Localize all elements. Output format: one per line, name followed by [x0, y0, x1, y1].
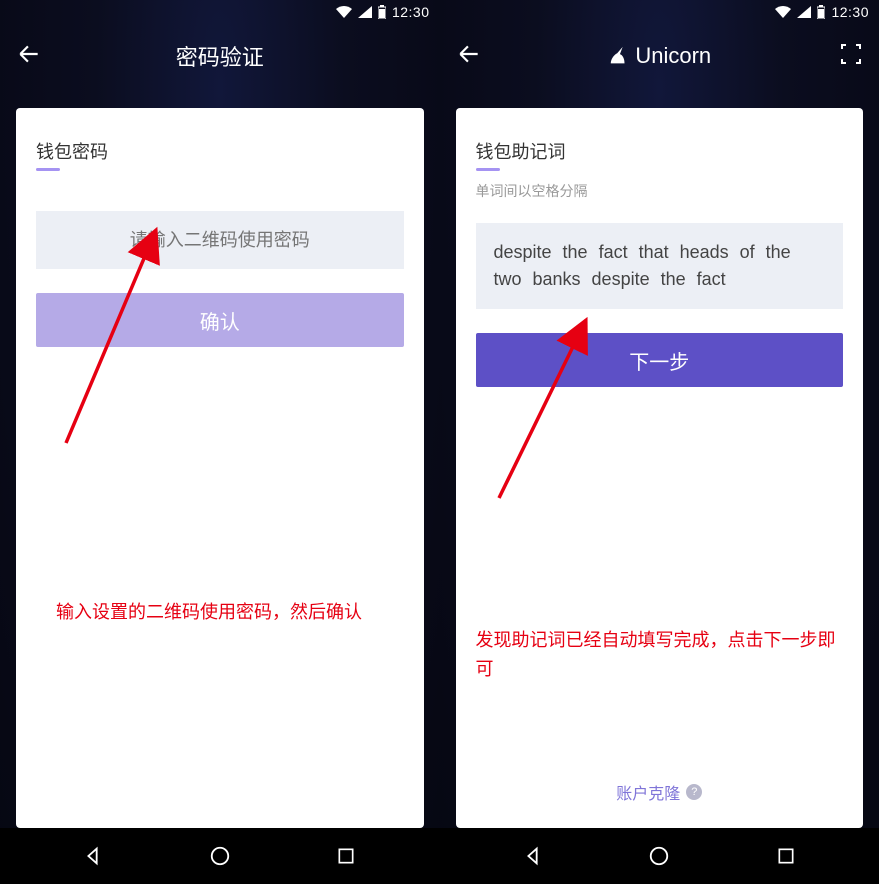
header: 密码验证: [0, 24, 440, 88]
annotation-text: 发现助记词已经自动填写完成，点击下一步即可: [476, 626, 844, 684]
nav-home-icon[interactable]: [629, 845, 689, 867]
nav-recent-icon[interactable]: [316, 846, 376, 866]
confirm-button[interactable]: 确认: [36, 293, 404, 347]
signal-icon: [358, 6, 372, 18]
mnemonic-input[interactable]: [476, 223, 844, 309]
help-icon: ?: [686, 784, 702, 800]
unicorn-logo-icon: [607, 45, 629, 67]
annotation-text: 输入设置的二维码使用密码，然后确认: [36, 598, 404, 627]
wifi-icon: [336, 6, 352, 18]
next-button[interactable]: 下一步: [476, 333, 844, 387]
section-title: 钱包密码: [36, 138, 404, 164]
nav-bar: [440, 828, 879, 884]
section-title: 钱包助记词: [476, 138, 844, 164]
hint-text: 单词间以空格分隔: [476, 181, 844, 201]
battery-icon: [378, 5, 386, 19]
nav-bar: [0, 828, 440, 884]
clone-account-link[interactable]: 账户克隆 ?: [456, 780, 864, 804]
header: Unicorn: [440, 24, 879, 88]
status-time: 12:30: [392, 4, 430, 20]
battery-icon: [817, 5, 825, 19]
status-bar: 12:30: [0, 0, 440, 24]
content-card: 钱包密码 确认 输入设置的二维码使用密码，然后确认: [16, 108, 424, 828]
page-title: 密码验证: [176, 40, 264, 72]
password-input[interactable]: [36, 211, 404, 269]
status-bar: 12:30: [440, 0, 879, 24]
accent-bar: [36, 168, 60, 171]
page-title: Unicorn: [607, 43, 711, 69]
nav-home-icon[interactable]: [190, 845, 250, 867]
wifi-icon: [775, 6, 791, 18]
nav-back-icon[interactable]: [63, 845, 123, 867]
status-time: 12:30: [831, 4, 869, 20]
accent-bar: [476, 168, 500, 171]
back-icon[interactable]: [456, 41, 482, 72]
nav-recent-icon[interactable]: [756, 846, 816, 866]
signal-icon: [797, 6, 811, 18]
scan-icon[interactable]: [839, 42, 863, 71]
content-card: 钱包助记词 单词间以空格分隔 下一步 发现助记词已经自动填写完成，点击下一步即可…: [456, 108, 864, 828]
nav-back-icon[interactable]: [503, 845, 563, 867]
back-icon[interactable]: [16, 41, 42, 72]
